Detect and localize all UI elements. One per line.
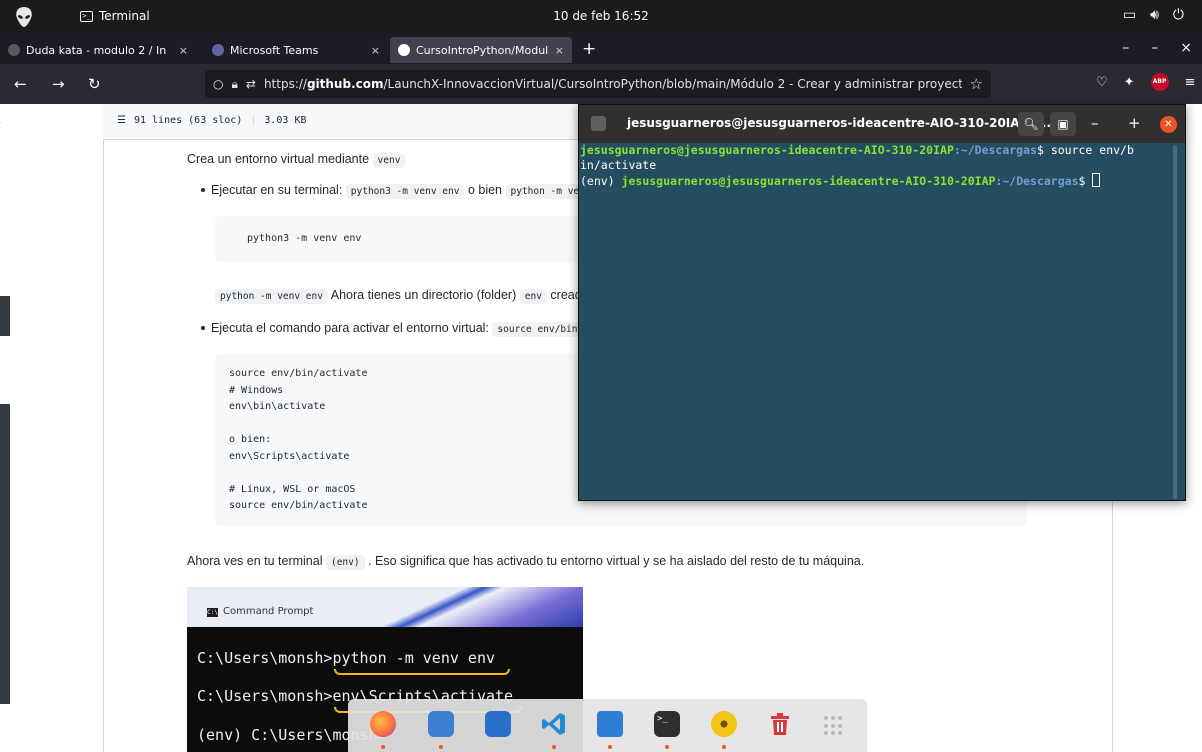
back-arrow-icon[interactable]: ← bbox=[14, 75, 27, 93]
github-favicon-icon bbox=[8, 44, 20, 56]
window-controls: – – × bbox=[1122, 40, 1192, 56]
system-top-bar: >_ Terminal 10 de feb 16:52 ▭ 🔊︎ ⏻ bbox=[0, 0, 1202, 34]
tab-close-icon[interactable]: × bbox=[179, 44, 188, 57]
clock[interactable]: 10 de feb 16:52 bbox=[0, 9, 1202, 23]
vscode-icon[interactable] bbox=[541, 711, 567, 737]
terminal-cursor bbox=[1092, 173, 1101, 187]
dock: >_ bbox=[348, 699, 867, 752]
power-icon[interactable]: ⏻ bbox=[1173, 7, 1184, 23]
new-tab-icon[interactable] bbox=[591, 116, 606, 131]
system-tray[interactable]: ▭ 🔊︎ ⏻ bbox=[1123, 7, 1184, 23]
trash-icon[interactable] bbox=[767, 711, 793, 737]
browser-tab-bar: Duda kata - modulo 2 / In × Microsoft Te… bbox=[0, 34, 1202, 64]
menu-icon[interactable]: ≡ bbox=[1185, 75, 1196, 90]
teams-favicon-icon bbox=[212, 44, 224, 56]
maximize-icon[interactable]: + bbox=[1128, 114, 1141, 132]
tab-label: Microsoft Teams bbox=[230, 43, 319, 57]
minimize-icon[interactable]: – bbox=[1091, 114, 1099, 132]
bookmark-star-icon[interactable]: ☆ bbox=[970, 75, 983, 93]
content-border bbox=[103, 140, 104, 752]
cmd-app-icon: C:\ bbox=[207, 608, 218, 617]
inline-code: env bbox=[519, 289, 547, 304]
document-icon[interactable] bbox=[597, 711, 623, 737]
shield-icon[interactable]: ○ bbox=[213, 77, 223, 91]
search-icon[interactable]: 🔍︎ bbox=[1018, 112, 1044, 136]
terminal-scrollbar[interactable] bbox=[1173, 145, 1177, 499]
terminal-icon[interactable]: >_ bbox=[654, 711, 680, 737]
browser-nav-bar: ← → ↻ ○ 🔒︎ ⇄ https://github.com/LaunchX-… bbox=[0, 64, 1202, 104]
disc-icon[interactable] bbox=[711, 711, 737, 737]
terminal-menu-icon[interactable]: ▣ bbox=[1050, 112, 1076, 136]
tab-microsoft-teams[interactable]: Microsoft Teams × bbox=[204, 37, 388, 63]
lock-icon[interactable]: 🔒︎ bbox=[231, 77, 237, 92]
close-icon[interactable]: × bbox=[1180, 40, 1192, 56]
tab-duda-kata[interactable]: Duda kata - modulo 2 / In × bbox=[0, 37, 196, 63]
url-bar[interactable]: ○ 🔒︎ ⇄ https://github.com/LaunchX-Innova… bbox=[205, 70, 991, 98]
inline-code: python -m venv env bbox=[215, 289, 328, 304]
tab-close-icon[interactable]: × bbox=[371, 44, 380, 57]
software-icon[interactable] bbox=[485, 711, 511, 737]
volume-icon[interactable]: 🔊︎ bbox=[1150, 7, 1159, 23]
paragraph-create-venv: Crea un entorno virtual mediante venv bbox=[187, 152, 406, 168]
display-icon[interactable]: ▭ bbox=[1123, 7, 1136, 23]
background-window-edge bbox=[0, 404, 10, 704]
file-size: 3.03 KB bbox=[264, 115, 307, 126]
highlight-underline bbox=[334, 669, 510, 675]
files-icon[interactable] bbox=[428, 711, 454, 737]
inline-code: (env) bbox=[325, 555, 365, 570]
extensions-area: ♡ ✦ ABP ≡ bbox=[1096, 73, 1195, 91]
github-favicon-icon bbox=[398, 44, 410, 56]
tab-label: CursoIntroPython/Modul bbox=[416, 43, 549, 57]
terminal-output[interactable]: jesusguarneros@jesusguarneros-ideacentre… bbox=[580, 143, 1170, 189]
new-tab-button[interactable]: + bbox=[582, 39, 596, 59]
list-item-run: Ejecutar en su terminal: python3 -m venv… bbox=[201, 183, 619, 199]
file-lines: 91 lines (63 sloc) bbox=[133, 115, 243, 126]
terminal-header-bar[interactable]: jesusguarneros@jesusguarneros-ideacentre… bbox=[579, 105, 1185, 143]
url-text[interactable]: https://github.com/LaunchX-InnovaccionVi… bbox=[264, 77, 962, 91]
forward-arrow-icon[interactable]: → bbox=[52, 75, 65, 93]
reload-icon[interactable]: ↻ bbox=[88, 75, 101, 93]
tab-close-icon[interactable]: × bbox=[555, 44, 564, 57]
adblock-icon[interactable]: ABP bbox=[1150, 73, 1169, 91]
tab-cursointropython[interactable]: CursoIntroPython/Modul × bbox=[390, 37, 572, 63]
permissions-icon[interactable]: ⇄ bbox=[246, 77, 256, 91]
cmd-title: Command Prompt bbox=[223, 606, 314, 617]
close-icon[interactable]: ✕ bbox=[1160, 116, 1177, 133]
outline-icon[interactable]: ☰ bbox=[117, 115, 126, 126]
inline-code: venv bbox=[372, 153, 406, 168]
app-grid-icon[interactable] bbox=[824, 716, 844, 736]
tab-label: Duda kata - modulo 2 / In bbox=[26, 43, 167, 57]
list-item-activate: Ejecuta el comando para activar el entor… bbox=[201, 321, 634, 337]
minimize-icon[interactable]: – bbox=[1122, 40, 1129, 56]
background-window-edge bbox=[0, 296, 10, 336]
inline-code: python3 -m venv env bbox=[345, 184, 465, 199]
minimize-icon[interactable]: – bbox=[1151, 40, 1158, 56]
extension-icon[interactable]: ✦ bbox=[1124, 75, 1135, 90]
paragraph-env-active: Ahora ves en tu terminal (env) . Eso sig… bbox=[187, 554, 865, 570]
pocket-icon[interactable]: ♡ bbox=[1096, 75, 1108, 90]
terminal-window[interactable]: jesusguarneros@jesusguarneros-ideacentre… bbox=[578, 104, 1186, 501]
firefox-icon[interactable] bbox=[370, 711, 396, 737]
cmd-line: C:\Users\monsh>python -m venv env bbox=[197, 649, 496, 667]
terminal-title: jesusguarneros@jesusguarneros-ideacentre… bbox=[627, 116, 1052, 130]
